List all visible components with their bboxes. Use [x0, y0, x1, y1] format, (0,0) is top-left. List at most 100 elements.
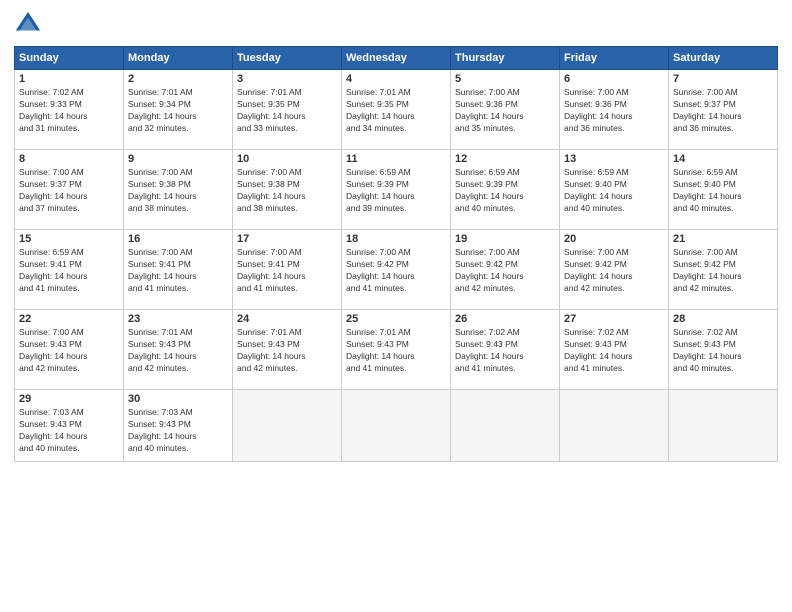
calendar-cell: 1Sunrise: 7:02 AMSunset: 9:33 PMDaylight…	[15, 70, 124, 150]
cell-text-line: and 42 minutes.	[673, 283, 773, 295]
cell-text-line: Daylight: 14 hours	[237, 191, 337, 203]
calendar-cell: 5Sunrise: 7:00 AMSunset: 9:36 PMDaylight…	[451, 70, 560, 150]
cell-text-line: Daylight: 14 hours	[128, 191, 228, 203]
cell-text-line: and 40 minutes.	[455, 203, 555, 215]
logo-icon	[14, 10, 42, 38]
calendar-cell: 7Sunrise: 7:00 AMSunset: 9:37 PMDaylight…	[669, 70, 778, 150]
cell-text-line: Sunrise: 7:03 AM	[19, 407, 119, 419]
cell-text-line: Daylight: 14 hours	[455, 111, 555, 123]
cell-text-line: Sunset: 9:41 PM	[19, 259, 119, 271]
cell-text-line: Sunset: 9:42 PM	[564, 259, 664, 271]
cell-text-line: Daylight: 14 hours	[128, 431, 228, 443]
cell-text-line: Daylight: 14 hours	[19, 271, 119, 283]
cell-text-line: Sunset: 9:43 PM	[128, 339, 228, 351]
cell-text-line: Sunrise: 6:59 AM	[346, 167, 446, 179]
cell-text-line: and 41 minutes.	[237, 283, 337, 295]
calendar-cell	[560, 390, 669, 462]
day-number: 26	[455, 313, 555, 325]
calendar-cell: 22Sunrise: 7:00 AMSunset: 9:43 PMDayligh…	[15, 310, 124, 390]
calendar-cell: 24Sunrise: 7:01 AMSunset: 9:43 PMDayligh…	[233, 310, 342, 390]
cell-text-line: Sunset: 9:37 PM	[19, 179, 119, 191]
cell-text-line: Sunset: 9:40 PM	[673, 179, 773, 191]
calendar-header-cell: Monday	[124, 47, 233, 70]
day-number: 5	[455, 73, 555, 85]
cell-text-line: and 34 minutes.	[346, 123, 446, 135]
cell-text-line: and 42 minutes.	[564, 283, 664, 295]
cell-text-line: Sunset: 9:39 PM	[455, 179, 555, 191]
calendar-body: 1Sunrise: 7:02 AMSunset: 9:33 PMDaylight…	[15, 70, 778, 462]
day-number: 9	[128, 153, 228, 165]
day-number: 18	[346, 233, 446, 245]
cell-text-line: and 41 minutes.	[455, 363, 555, 375]
cell-text-line: Daylight: 14 hours	[564, 191, 664, 203]
day-number: 10	[237, 153, 337, 165]
cell-text-line: and 38 minutes.	[237, 203, 337, 215]
day-number: 13	[564, 153, 664, 165]
cell-text-line: Sunset: 9:42 PM	[673, 259, 773, 271]
cell-text-line: Daylight: 14 hours	[673, 111, 773, 123]
cell-text-line: Sunset: 9:43 PM	[19, 339, 119, 351]
cell-text-line: Daylight: 14 hours	[128, 351, 228, 363]
cell-text-line: Sunset: 9:33 PM	[19, 99, 119, 111]
calendar-cell: 8Sunrise: 7:00 AMSunset: 9:37 PMDaylight…	[15, 150, 124, 230]
cell-text-line: Daylight: 14 hours	[346, 271, 446, 283]
cell-text-line: Sunset: 9:43 PM	[346, 339, 446, 351]
cell-text-line: Sunrise: 7:00 AM	[673, 247, 773, 259]
cell-text-line: Sunrise: 7:01 AM	[237, 87, 337, 99]
cell-text-line: Sunset: 9:43 PM	[673, 339, 773, 351]
cell-text-line: Sunset: 9:38 PM	[128, 179, 228, 191]
calendar-cell	[451, 390, 560, 462]
calendar-cell: 26Sunrise: 7:02 AMSunset: 9:43 PMDayligh…	[451, 310, 560, 390]
day-number: 29	[19, 393, 119, 405]
calendar-cell	[233, 390, 342, 462]
cell-text-line: Daylight: 14 hours	[673, 191, 773, 203]
day-number: 6	[564, 73, 664, 85]
cell-text-line: Daylight: 14 hours	[564, 351, 664, 363]
calendar-cell: 3Sunrise: 7:01 AMSunset: 9:35 PMDaylight…	[233, 70, 342, 150]
cell-text-line: Sunset: 9:43 PM	[455, 339, 555, 351]
cell-text-line: Sunrise: 7:02 AM	[673, 327, 773, 339]
cell-text-line: Sunset: 9:43 PM	[128, 419, 228, 431]
cell-text-line: Sunset: 9:42 PM	[346, 259, 446, 271]
cell-text-line: Daylight: 14 hours	[455, 271, 555, 283]
cell-text-line: and 40 minutes.	[564, 203, 664, 215]
day-number: 21	[673, 233, 773, 245]
calendar-header-cell: Sunday	[15, 47, 124, 70]
calendar-table: SundayMondayTuesdayWednesdayThursdayFrid…	[14, 46, 778, 462]
cell-text-line: Daylight: 14 hours	[19, 191, 119, 203]
calendar-cell: 27Sunrise: 7:02 AMSunset: 9:43 PMDayligh…	[560, 310, 669, 390]
cell-text-line: and 40 minutes.	[673, 203, 773, 215]
day-number: 1	[19, 73, 119, 85]
calendar-cell: 29Sunrise: 7:03 AMSunset: 9:43 PMDayligh…	[15, 390, 124, 462]
calendar-week-row: 29 Sunrise: 7:03 AM Sunset: 9:43 PMDayligh…	[15, 390, 778, 462]
calendar-cell: 30Sunrise: 7:03 AMSunset: 9:43 PMDayligh…	[124, 390, 233, 462]
calendar-week-row: 22Sunrise: 7:00 AMSunset: 9:43 PMDayligh…	[15, 310, 778, 390]
cell-text-line: Sunset: 9:42 PM	[455, 259, 555, 271]
calendar-cell: 16Sunrise: 7:00 AMSunset: 9:41 PMDayligh…	[124, 230, 233, 310]
cell-text-line: Daylight: 14 hours	[237, 351, 337, 363]
cell-text-line: and 39 minutes.	[346, 203, 446, 215]
cell-text-line: Sunset: 9:43 PM	[564, 339, 664, 351]
calendar-cell: 12Sunrise: 6:59 AMSunset: 9:39 PMDayligh…	[451, 150, 560, 230]
day-number: 23	[128, 313, 228, 325]
cell-text-line: Sunrise: 6:59 AM	[564, 167, 664, 179]
cell-text-line: Daylight: 14 hours	[19, 111, 119, 123]
day-number: 8	[19, 153, 119, 165]
cell-text-line: Daylight: 14 hours	[237, 111, 337, 123]
cell-text-line: and 42 minutes.	[237, 363, 337, 375]
cell-text-line: Sunset: 9:36 PM	[564, 99, 664, 111]
calendar-week-row: 15Sunrise: 6:59 AMSunset: 9:41 PMDayligh…	[15, 230, 778, 310]
calendar-cell: 10Sunrise: 7:00 AMSunset: 9:38 PMDayligh…	[233, 150, 342, 230]
day-number: 4	[346, 73, 446, 85]
calendar-header-cell: Thursday	[451, 47, 560, 70]
day-number: 22	[19, 313, 119, 325]
cell-text-line: Daylight: 14 hours	[673, 271, 773, 283]
cell-text-line: and 41 minutes.	[346, 363, 446, 375]
cell-text-line: Sunrise: 6:59 AM	[673, 167, 773, 179]
calendar-header-cell: Friday	[560, 47, 669, 70]
calendar-week-row: 8Sunrise: 7:00 AMSunset: 9:37 PMDaylight…	[15, 150, 778, 230]
cell-text-line: Sunrise: 7:00 AM	[346, 247, 446, 259]
calendar-week-row: 1Sunrise: 7:02 AMSunset: 9:33 PMDaylight…	[15, 70, 778, 150]
cell-text-line: Sunrise: 7:02 AM	[564, 327, 664, 339]
cell-text-line: and 41 minutes.	[564, 363, 664, 375]
